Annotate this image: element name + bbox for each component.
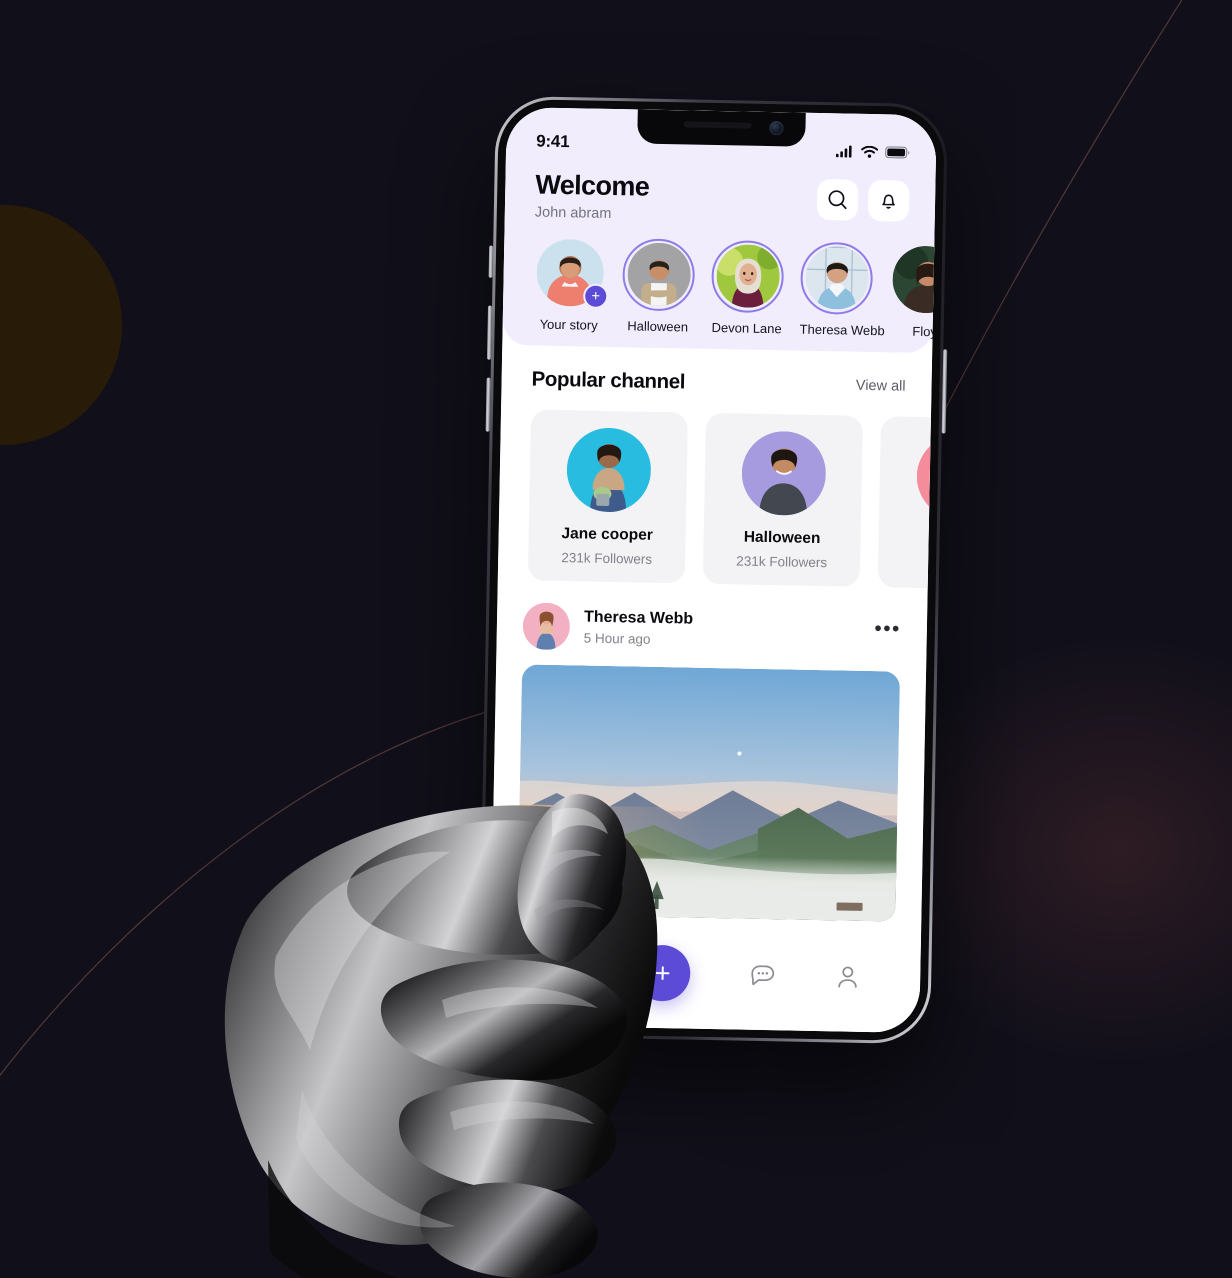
avatar [891,245,935,314]
story-label: Theresa Webb [799,321,885,339]
story-label: Devon Lane [711,319,782,337]
earpiece-speaker [683,121,752,129]
channel-followers: 231k Followers [561,549,653,567]
bell-icon [882,194,895,209]
story-ring: + [532,236,609,310]
header-row: Welcome John abram [505,165,936,228]
phone-mute-switch[interactable] [488,245,494,278]
post-image[interactable] [517,664,901,922]
avatar [715,244,780,309]
channel-card[interactable]: Halloween 231k Followers [702,412,863,587]
story-label: Your story [539,316,598,333]
story-label: Floy [912,323,935,339]
signal-bars-icon [835,145,852,158]
add-story-button[interactable]: + [583,283,609,309]
tab-messages[interactable] [749,961,777,989]
story-ring [710,239,785,314]
story-label: Halloween [627,318,689,335]
battery-icon [885,146,910,159]
chat-bubble-icon [751,964,774,985]
section-title: Popular channel [531,367,686,394]
avatar [626,242,691,307]
more-horizontal-icon[interactable]: ••• [874,617,901,642]
person-icon [838,966,857,988]
view-all-link[interactable]: View all [856,377,906,394]
avatar [565,426,652,513]
decor-curve-bottom-left [0,707,501,1077]
header-titles: Welcome John abram [535,170,650,223]
channel-followers: 231k [888,556,931,574]
story-ring [621,237,696,312]
popular-channel-section: Popular channel View all [501,345,932,399]
story-item[interactable]: Floy [888,243,935,339]
post-card: Theresa Webb 5 Hour ago ••• [491,580,927,922]
stories-rail[interactable]: + Your story Halloween Devon Lane Theres… [503,220,935,339]
phone-device: 9:41 Welcome John abram + Your story Hal… [478,95,948,1045]
scene-root: 9:41 Welcome John abram + Your story Hal… [0,0,1232,1278]
story-item[interactable]: + Your story [532,236,609,333]
user-name: John abram [534,204,612,222]
scan-face-icon [552,959,574,984]
phone-screen: 9:41 Welcome John abram + Your story Hal… [489,106,937,1034]
avatar[interactable] [522,602,571,651]
channel-name: Co [888,531,931,552]
channel-carousel[interactable]: Jane cooper 231k Followers Halloween 231… [498,391,932,588]
channel-name: Halloween [743,528,821,547]
post-timestamp: 5 Hour ago [583,630,651,647]
header-block: Welcome John abram + Your story Hallowee… [502,156,936,353]
channel-name: Jane cooper [561,524,653,544]
mountain-sunset-landscape [517,664,901,922]
search-icon [828,190,847,210]
notification-button[interactable] [867,179,910,222]
post-header: Theresa Webb 5 Hour ago ••• [522,602,901,656]
story-item[interactable]: Theresa Webb [799,241,885,339]
status-icons [835,145,910,159]
story-item[interactable]: Devon Lane [710,239,785,337]
header-actions [816,178,910,222]
avatar [804,245,869,311]
search-button[interactable] [816,178,859,221]
tab-profile[interactable] [834,963,862,991]
story-ring [799,241,874,315]
bottom-tab-bar: + [489,932,921,1034]
phone-power-button[interactable] [941,349,948,434]
app-root: 9:41 Welcome John abram + Your story Hal… [489,106,937,1034]
avatar [740,430,827,516]
channel-card[interactable]: Jane cooper 231k Followers [527,409,689,584]
story-ring [888,243,935,317]
story-item[interactable]: Halloween [621,237,696,335]
front-camera-icon [769,121,784,136]
decor-olive-circle [0,205,122,445]
phone-notch [637,109,806,147]
status-time: 9:41 [536,131,570,152]
page-title: Welcome [535,169,650,202]
create-post-button[interactable]: + [634,944,692,1002]
avatar [915,433,932,520]
wifi-icon [861,145,879,158]
tab-scan[interactable] [549,957,577,985]
channel-followers: 231k Followers [736,553,828,570]
post-meta: Theresa Webb 5 Hour ago [584,608,875,651]
post-author: Theresa Webb [583,608,694,628]
channel-card[interactable]: Co 231k [877,415,932,588]
